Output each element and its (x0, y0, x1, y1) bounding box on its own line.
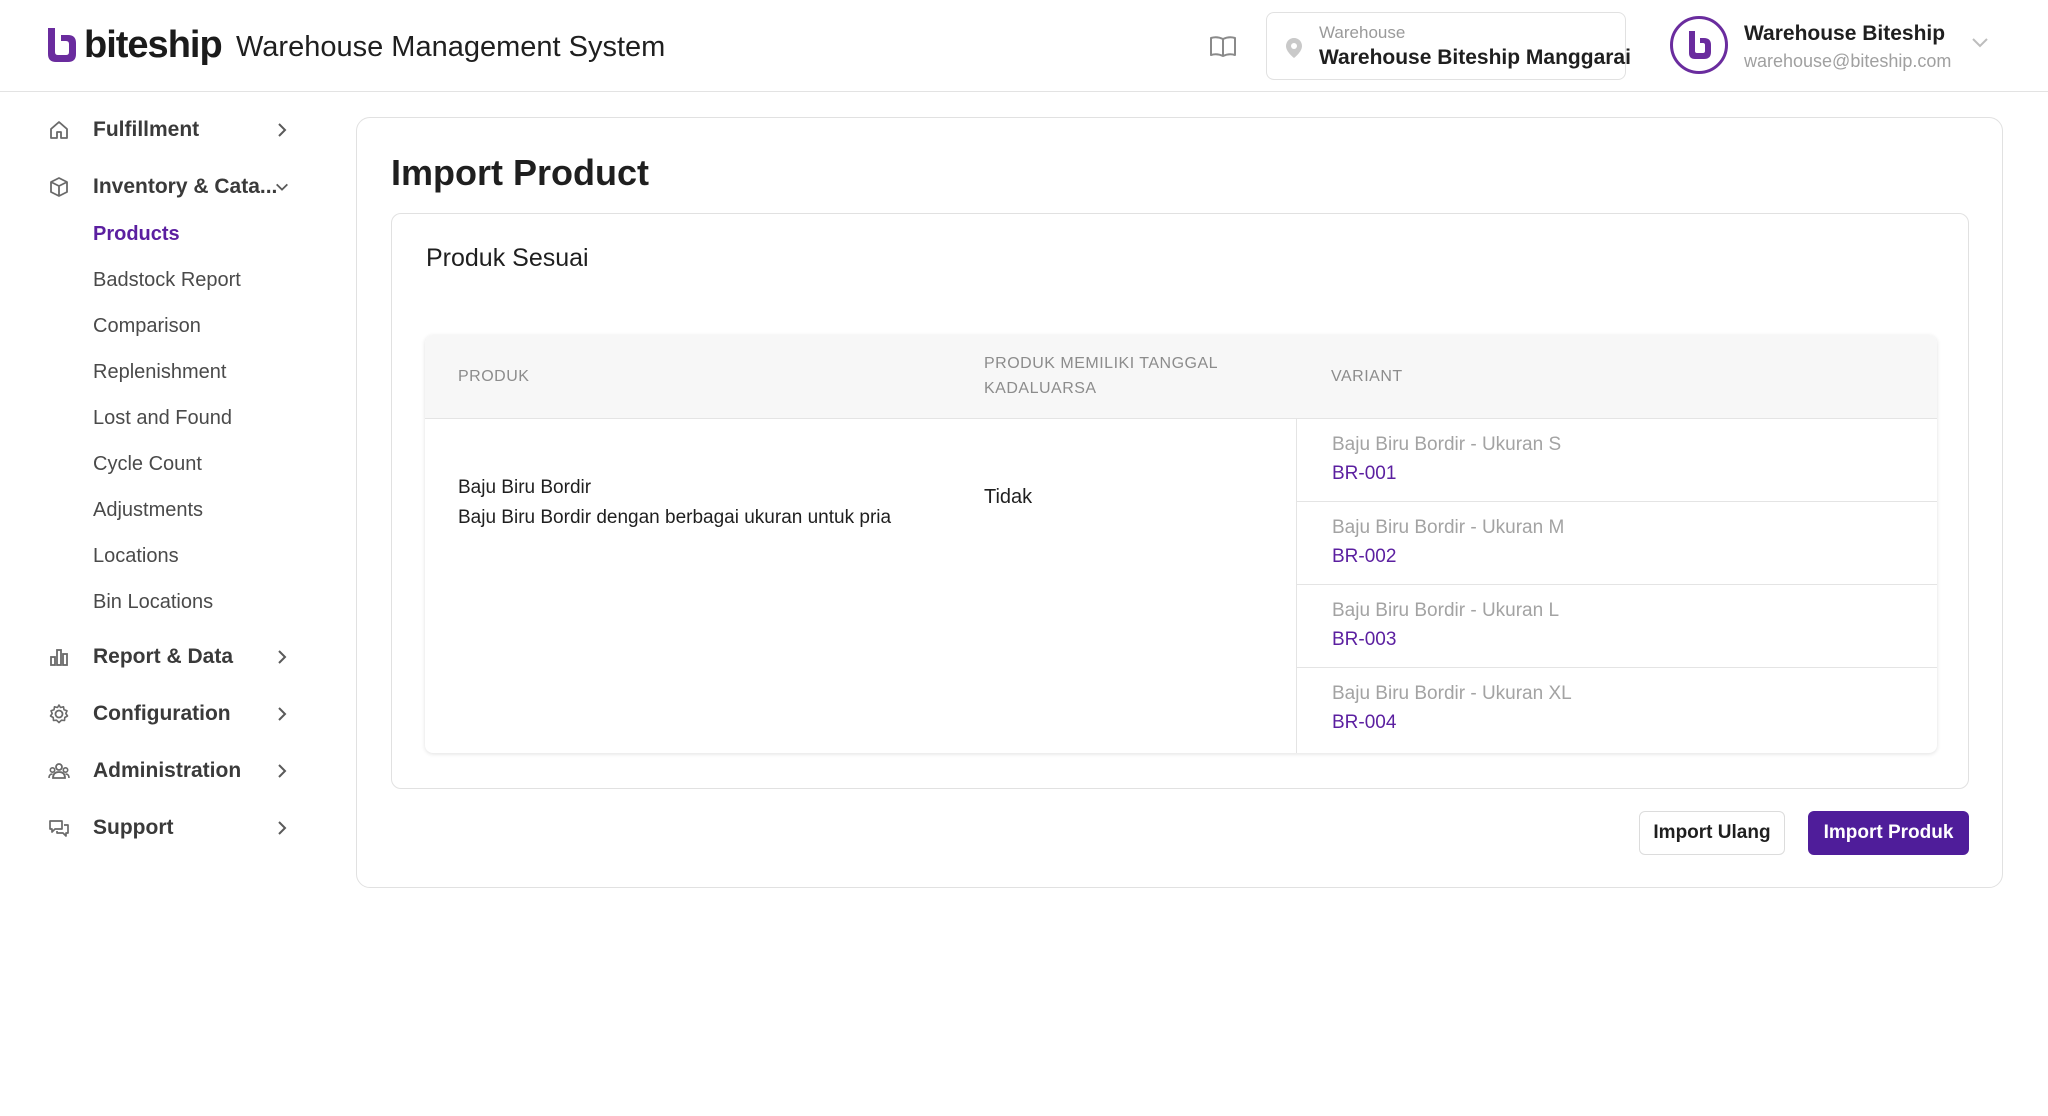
sidebar-item-support[interactable]: Support (0, 803, 310, 853)
user-menu[interactable]: Warehouse Biteship warehouse@biteship.co… (1670, 16, 2010, 76)
variant-name: Baju Biru Bordir - Ukuran M (1332, 517, 1565, 538)
users-icon (48, 763, 70, 779)
chat-icon (49, 820, 69, 837)
section-title: Produk Sesuai (426, 244, 589, 272)
sidebar-item-configuration[interactable]: Configuration (0, 689, 310, 739)
chevron-right-icon (278, 123, 287, 137)
page-title: Import Product (391, 152, 649, 193)
sidebar-item-administration[interactable]: Administration (0, 746, 310, 796)
logo-wordmark: biteship (84, 24, 223, 66)
sidebar-item-label: Administration (93, 759, 242, 782)
book-open-icon[interactable] (1208, 32, 1238, 60)
variant-name: Baju Biru Bordir - Ukuran XL (1332, 683, 1572, 704)
variant-row: Baju Biru Bordir - Ukuran L BR-003 (1297, 585, 1937, 668)
variant-sku: BR-001 (1332, 463, 1397, 484)
map-pin-icon (1286, 38, 1302, 58)
sidebar-item-label: Inventory & Cata... (93, 175, 278, 198)
products-table: PRODUK PRODUK MEMILIKI TANGGAL KADALUARS… (425, 335, 1937, 753)
sidebar-subitem-comparison[interactable]: Comparison (93, 306, 201, 346)
sidebar-subitem-replenishment[interactable]: Replenishment (93, 352, 226, 392)
variant-name: Baju Biru Bordir - Ukuran S (1332, 434, 1562, 455)
column-header-product: PRODUK (458, 368, 530, 385)
variant-sku: BR-004 (1332, 712, 1397, 733)
sidebar-item-inventory[interactable]: Inventory & Cata... (0, 162, 310, 212)
main-card: Import Product Produk Sesuai PRODUK PROD… (356, 117, 2003, 888)
user-email: warehouse@biteship.com (1744, 51, 1952, 71)
sidebar-item-label: Fulfillment (93, 118, 200, 141)
chevron-down-icon (276, 183, 288, 191)
import-products-button[interactable]: Import Produk (1808, 811, 1969, 855)
sidebar-subitem-adjustments[interactable]: Adjustments (93, 490, 203, 530)
sidebar-subitem-products[interactable]: Products (93, 214, 180, 254)
variant-row: Baju Biru Bordir - Ukuran M BR-002 (1297, 502, 1937, 585)
top-header: biteship Warehouse Management System War… (0, 0, 2048, 92)
sidebar-item-label: Support (93, 816, 174, 839)
biteship-avatar-icon (1689, 31, 1711, 59)
column-header-expiry-line2: KADALUARSA (984, 380, 1097, 397)
chevron-right-icon (278, 821, 287, 835)
chevron-right-icon (278, 707, 287, 721)
sidebar-item-label: Report & Data (93, 645, 234, 668)
sidebar-subitem-locations[interactable]: Locations (93, 536, 179, 576)
biteship-logo-icon (48, 28, 76, 62)
warehouse-value: Warehouse Biteship Manggarai (1319, 46, 1631, 69)
variant-sku: BR-003 (1332, 629, 1397, 650)
avatar (1670, 16, 1728, 74)
reimport-button[interactable]: Import Ulang (1639, 811, 1785, 855)
product-cell: Baju Biru Bordir Baju Biru Bordir dengan… (458, 473, 891, 533)
column-header-expiry: PRODUK MEMILIKI TANGGAL KADALUARSA (984, 351, 1218, 401)
variant-row: Baju Biru Bordir - Ukuran S BR-001 (1297, 419, 1937, 502)
variant-name: Baju Biru Bordir - Ukuran L (1332, 600, 1560, 621)
sidebar-item-fulfillment[interactable]: Fulfillment (0, 105, 310, 155)
home-icon (50, 121, 68, 139)
warehouse-label: Warehouse (1319, 23, 1406, 42)
variant-list: Baju Biru Bordir - Ukuran S BR-001 Baju … (1296, 419, 1937, 753)
sidebar-subitem-bin-locations[interactable]: Bin Locations (93, 582, 213, 622)
box-icon (50, 177, 68, 197)
sidebar-item-report-data[interactable]: Report & Data (0, 632, 310, 682)
bar-chart-icon (50, 649, 68, 666)
brand-logo[interactable]: biteship (44, 24, 223, 66)
warehouse-selector[interactable]: Warehouse Warehouse Biteship Manggarai (1266, 12, 1631, 80)
user-name: Warehouse Biteship (1744, 22, 1946, 45)
matched-products-card: Produk Sesuai PRODUK PRODUK MEMILIKI TAN… (391, 213, 1969, 789)
product-description: Baju Biru Bordir dengan berbagai ukuran … (458, 507, 892, 528)
gear-icon (49, 704, 69, 724)
variant-sku: BR-002 (1332, 546, 1397, 567)
chevron-right-icon (278, 764, 287, 778)
variant-row: Baju Biru Bordir - Ukuran XL BR-004 (1297, 668, 1937, 751)
chevron-down-icon (1972, 38, 1988, 48)
column-header-expiry-line1: PRODUK MEMILIKI TANGGAL (984, 355, 1219, 372)
table-header: PRODUK PRODUK MEMILIKI TANGGAL KADALUARS… (425, 335, 1937, 419)
sidebar-subitem-badstock-report[interactable]: Badstock Report (93, 260, 241, 300)
product-name: Baju Biru Bordir (458, 477, 592, 498)
column-header-variant: VARIANT (1331, 368, 1403, 385)
expiry-cell: Tidak (984, 486, 1033, 508)
sidebar-subitem-lost-and-found[interactable]: Lost and Found (93, 398, 232, 438)
app-title: Warehouse Management System (236, 31, 666, 63)
sidebar-subitem-cycle-count[interactable]: Cycle Count (93, 444, 202, 484)
sidebar-item-label: Configuration (93, 702, 231, 725)
chevron-right-icon (278, 650, 287, 664)
sidebar: Fulfillment Inventory & Cata... Products… (0, 92, 320, 1116)
